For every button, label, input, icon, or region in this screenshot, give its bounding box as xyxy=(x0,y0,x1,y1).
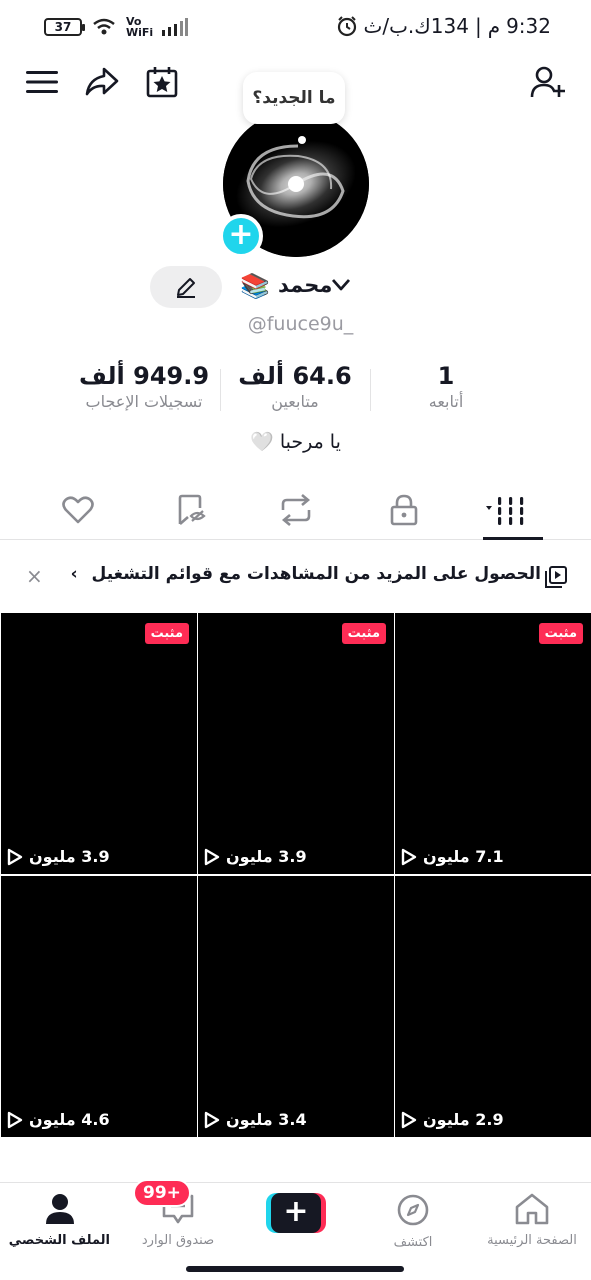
nav-discover-label: اكتشف xyxy=(393,1235,433,1250)
play-icon xyxy=(7,848,23,865)
stat-likes[interactable]: 949.9 ألف تسجيلات الإعجاب xyxy=(62,362,226,411)
stat-following[interactable]: 1 أتابعه xyxy=(388,362,504,411)
plus-icon: + xyxy=(271,1193,321,1233)
view-count: 4.6 مليون xyxy=(29,1110,110,1129)
inbox-badge: 99+ xyxy=(133,1179,191,1207)
view-count: 3.9 مليون xyxy=(226,847,307,866)
nav-home-label: الصفحة الرئيسية xyxy=(487,1233,577,1248)
playlist-banner[interactable]: الحصول على المزيد من المشاهدات مع قوائم … xyxy=(0,552,591,602)
video-thumbnail[interactable]: مثبت 3.9 مليون xyxy=(1,613,197,874)
profile-handle: @fuuce9u_ xyxy=(247,313,354,335)
followers-count: 64.6 ألف xyxy=(238,362,352,390)
wifi-icon xyxy=(93,18,115,35)
pinned-badge: مثبت xyxy=(341,623,386,644)
calendar-star-icon xyxy=(146,67,178,98)
stat-followers[interactable]: 64.6 ألف متابعين xyxy=(232,362,358,411)
play-icon xyxy=(7,1111,23,1128)
profile-icon xyxy=(46,1194,74,1224)
tab-private[interactable] xyxy=(384,490,424,530)
add-user-icon xyxy=(530,66,565,98)
repost-icon xyxy=(281,494,311,526)
nav-inbox-label: صندوق الوارد xyxy=(141,1233,215,1248)
view-count: 3.4 مليون xyxy=(226,1110,307,1129)
whats-new-bubble[interactable]: ما الجديد؟ xyxy=(243,72,345,124)
share-icon xyxy=(85,67,119,96)
create-button[interactable]: + xyxy=(266,1193,326,1233)
favorites-button[interactable] xyxy=(142,62,182,102)
video-views: 3.9 مليون xyxy=(204,847,307,866)
nav-profile[interactable]: الملف الشخصي xyxy=(8,1193,110,1248)
content-tabs xyxy=(0,482,591,540)
vowifi-label: Vo WiFi xyxy=(126,15,154,39)
tab-liked[interactable] xyxy=(58,490,98,530)
heart-icon xyxy=(62,496,94,524)
play-icon xyxy=(401,1111,417,1128)
clock-time: 9:32 xyxy=(506,14,551,38)
video-thumbnail[interactable]: 2.9 مليون xyxy=(395,876,591,1137)
likes-count: 949.9 ألف xyxy=(78,362,210,390)
pencil-icon xyxy=(177,278,195,298)
network-speed: 134ك.ب/ث xyxy=(363,14,469,38)
video-thumbnail[interactable]: مثبت 3.9 مليون xyxy=(198,613,394,874)
bookmark-hidden-icon xyxy=(178,494,206,525)
pinned-badge: مثبت xyxy=(144,623,189,644)
grid-icon xyxy=(486,497,524,525)
playlist-icon xyxy=(545,566,567,588)
home-icon xyxy=(515,1193,549,1225)
following-count: 1 xyxy=(437,362,455,390)
view-count: 2.9 مليون xyxy=(423,1110,504,1129)
likes-label: تسجيلات الإعجاب xyxy=(85,392,203,411)
books-emoji: 📚 xyxy=(240,272,270,300)
pinned-badge: مثبت xyxy=(538,623,583,644)
profile-name-row: 📚 محمد xyxy=(0,266,591,310)
play-icon xyxy=(401,848,417,865)
video-views: 3.9 مليون xyxy=(7,847,110,866)
video-thumbnail[interactable]: مثبت 7.1 مليون xyxy=(395,613,591,874)
nav-home[interactable]: الصفحة الرئيسية xyxy=(482,1193,582,1248)
view-count: 7.1 مليون xyxy=(423,847,504,866)
chevron-left-icon: › xyxy=(70,564,78,584)
signal-icon xyxy=(162,18,188,36)
add-story-button[interactable]: + xyxy=(219,214,263,258)
tab-favorites[interactable] xyxy=(170,490,210,530)
play-icon xyxy=(204,848,220,865)
home-indicator xyxy=(186,1266,404,1272)
followers-label: متابعين xyxy=(271,392,319,411)
bubble-tail xyxy=(298,136,306,144)
tab-videos[interactable] xyxy=(486,490,532,530)
play-icon xyxy=(204,1111,220,1128)
profile-name[interactable]: محمد xyxy=(278,273,332,297)
active-tab-indicator xyxy=(483,537,543,540)
share-profile-button[interactable] xyxy=(82,62,122,102)
profile-bio: يا مرحبا 🤍 xyxy=(250,431,341,453)
alarm-icon xyxy=(337,16,356,37)
clock-meridiem: م xyxy=(487,14,501,38)
nav-discover[interactable]: اكتشف xyxy=(363,1193,463,1250)
lock-icon xyxy=(390,494,418,526)
tab-reposts[interactable] xyxy=(276,490,316,530)
edit-profile-button[interactable] xyxy=(150,266,222,308)
video-views: 3.4 مليون xyxy=(204,1110,307,1129)
video-thumbnail[interactable]: 4.6 مليون xyxy=(1,876,197,1137)
compass-icon xyxy=(397,1194,429,1226)
chevron-down-icon[interactable] xyxy=(331,277,351,293)
status-bar: 37 Vo WiFi 9:32 م | 134ك.ب/ث xyxy=(0,0,591,54)
video-thumbnail[interactable]: 3.4 مليون xyxy=(198,876,394,1137)
following-label: أتابعه xyxy=(428,392,464,411)
battery-indicator: 37 xyxy=(44,18,85,36)
add-friend-button[interactable] xyxy=(528,62,568,102)
video-views: 4.6 مليون xyxy=(7,1110,110,1129)
nav-profile-label: الملف الشخصي xyxy=(8,1233,110,1248)
banner-text: الحصول على المزيد من المشاهدات مع قوائم … xyxy=(91,564,541,584)
video-views: 7.1 مليون xyxy=(401,847,504,866)
view-count: 3.9 مليون xyxy=(29,847,110,866)
stat-divider xyxy=(370,369,371,411)
hamburger-icon xyxy=(26,71,58,93)
video-views: 2.9 مليون xyxy=(401,1110,504,1129)
close-icon[interactable]: × xyxy=(26,564,43,588)
menu-button[interactable] xyxy=(22,62,62,102)
